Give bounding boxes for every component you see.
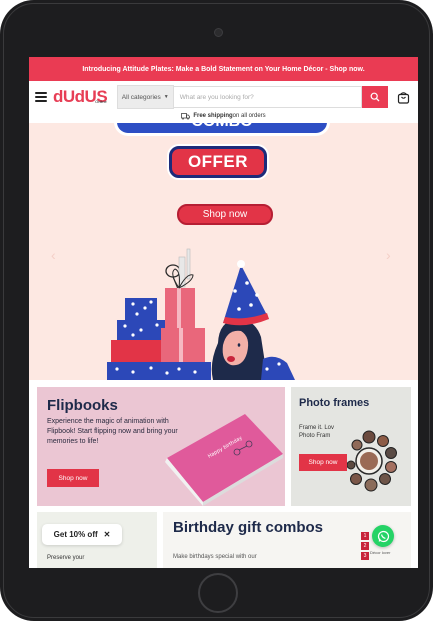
home-button[interactable] <box>198 573 238 613</box>
photo-frames-shop-now-button[interactable]: Shop now <box>299 454 347 471</box>
category-tiles: Flipbooks Experience the magic of animat… <box>29 380 418 568</box>
site-logo[interactable]: dUdUS Online <box>53 88 108 105</box>
birthday-combos-title: Birthday gift combos <box>173 519 324 536</box>
search-button[interactable] <box>362 86 388 108</box>
flipbooks-tile[interactable]: Flipbooks Experience the magic of animat… <box>37 387 285 506</box>
shipping-rest: on all orders <box>232 113 266 119</box>
chevron-down-icon: ▼ <box>163 94 169 100</box>
category-select[interactable]: All categories ▼ <box>116 85 174 109</box>
close-icon[interactable]: ✕ <box>104 530 111 539</box>
flipbooks-title: Flipbooks <box>47 397 118 414</box>
hero-illustration <box>107 248 295 380</box>
hamburger-icon[interactable] <box>35 92 47 102</box>
coupon-popup[interactable]: Get 10% off ✕ <box>42 524 122 545</box>
clock-number-3: 3 <box>361 552 369 560</box>
shipping-bold: Free shipping <box>193 113 233 119</box>
photo-frames-text-line2: Photo Fram <box>299 433 331 439</box>
truck-icon <box>181 112 191 120</box>
photo-collage-image <box>347 430 397 492</box>
photo-frames-text: Frame it. Lov Photo Fram <box>299 424 351 440</box>
coupon-label: Get 10% off <box>53 530 98 539</box>
photo-frames-text-line1: Frame it. Lov <box>299 425 335 431</box>
flipbooks-shop-now-button[interactable]: Shop now <box>47 469 99 487</box>
front-camera <box>214 28 223 37</box>
search-icon <box>370 92 380 102</box>
search-bar: All categories ▼ What are you looking fo… <box>116 85 388 109</box>
decor-lover-text: Décor lover <box>370 550 391 555</box>
photo-frames-title: Photo frames <box>299 397 370 409</box>
photo-frames-tile[interactable]: Photo frames Frame it. Lov Photo Fram Sho… <box>291 387 411 506</box>
category-select-value: All categories <box>121 93 161 101</box>
clock-number-2: 2 <box>361 542 369 550</box>
screen: Introducing Attitude Plates: Make a Bold… <box>29 57 418 568</box>
site-header: dUdUS Online All categories ▼ What are y… <box>29 81 418 113</box>
announcement-bar[interactable]: Introducing Attitude Plates: Make a Bold… <box>29 57 418 81</box>
whatsapp-icon <box>377 530 389 542</box>
whatsapp-button[interactable] <box>372 525 394 547</box>
announcement-text[interactable]: Introducing Attitude Plates: Make a Bold… <box>82 66 364 73</box>
birthday-combos-text: Make birthdays special with our <box>173 554 257 560</box>
hero-banner[interactable]: COMBO OFFER Shop now ‹ › <box>29 123 418 380</box>
search-input[interactable]: What are you looking for? <box>173 86 362 108</box>
tablet-frame: Introducing Attitude Plates: Make a Bold… <box>0 0 433 621</box>
preserve-text: Preserve your <box>47 555 85 561</box>
cart-icon[interactable] <box>394 88 412 106</box>
clock-number-1: 1 <box>361 532 369 540</box>
logo-subtext: Online <box>95 99 107 104</box>
flipbook-image: Happy birthday <box>165 414 283 506</box>
photo-clock-image: 1 2 3 <box>361 532 369 566</box>
